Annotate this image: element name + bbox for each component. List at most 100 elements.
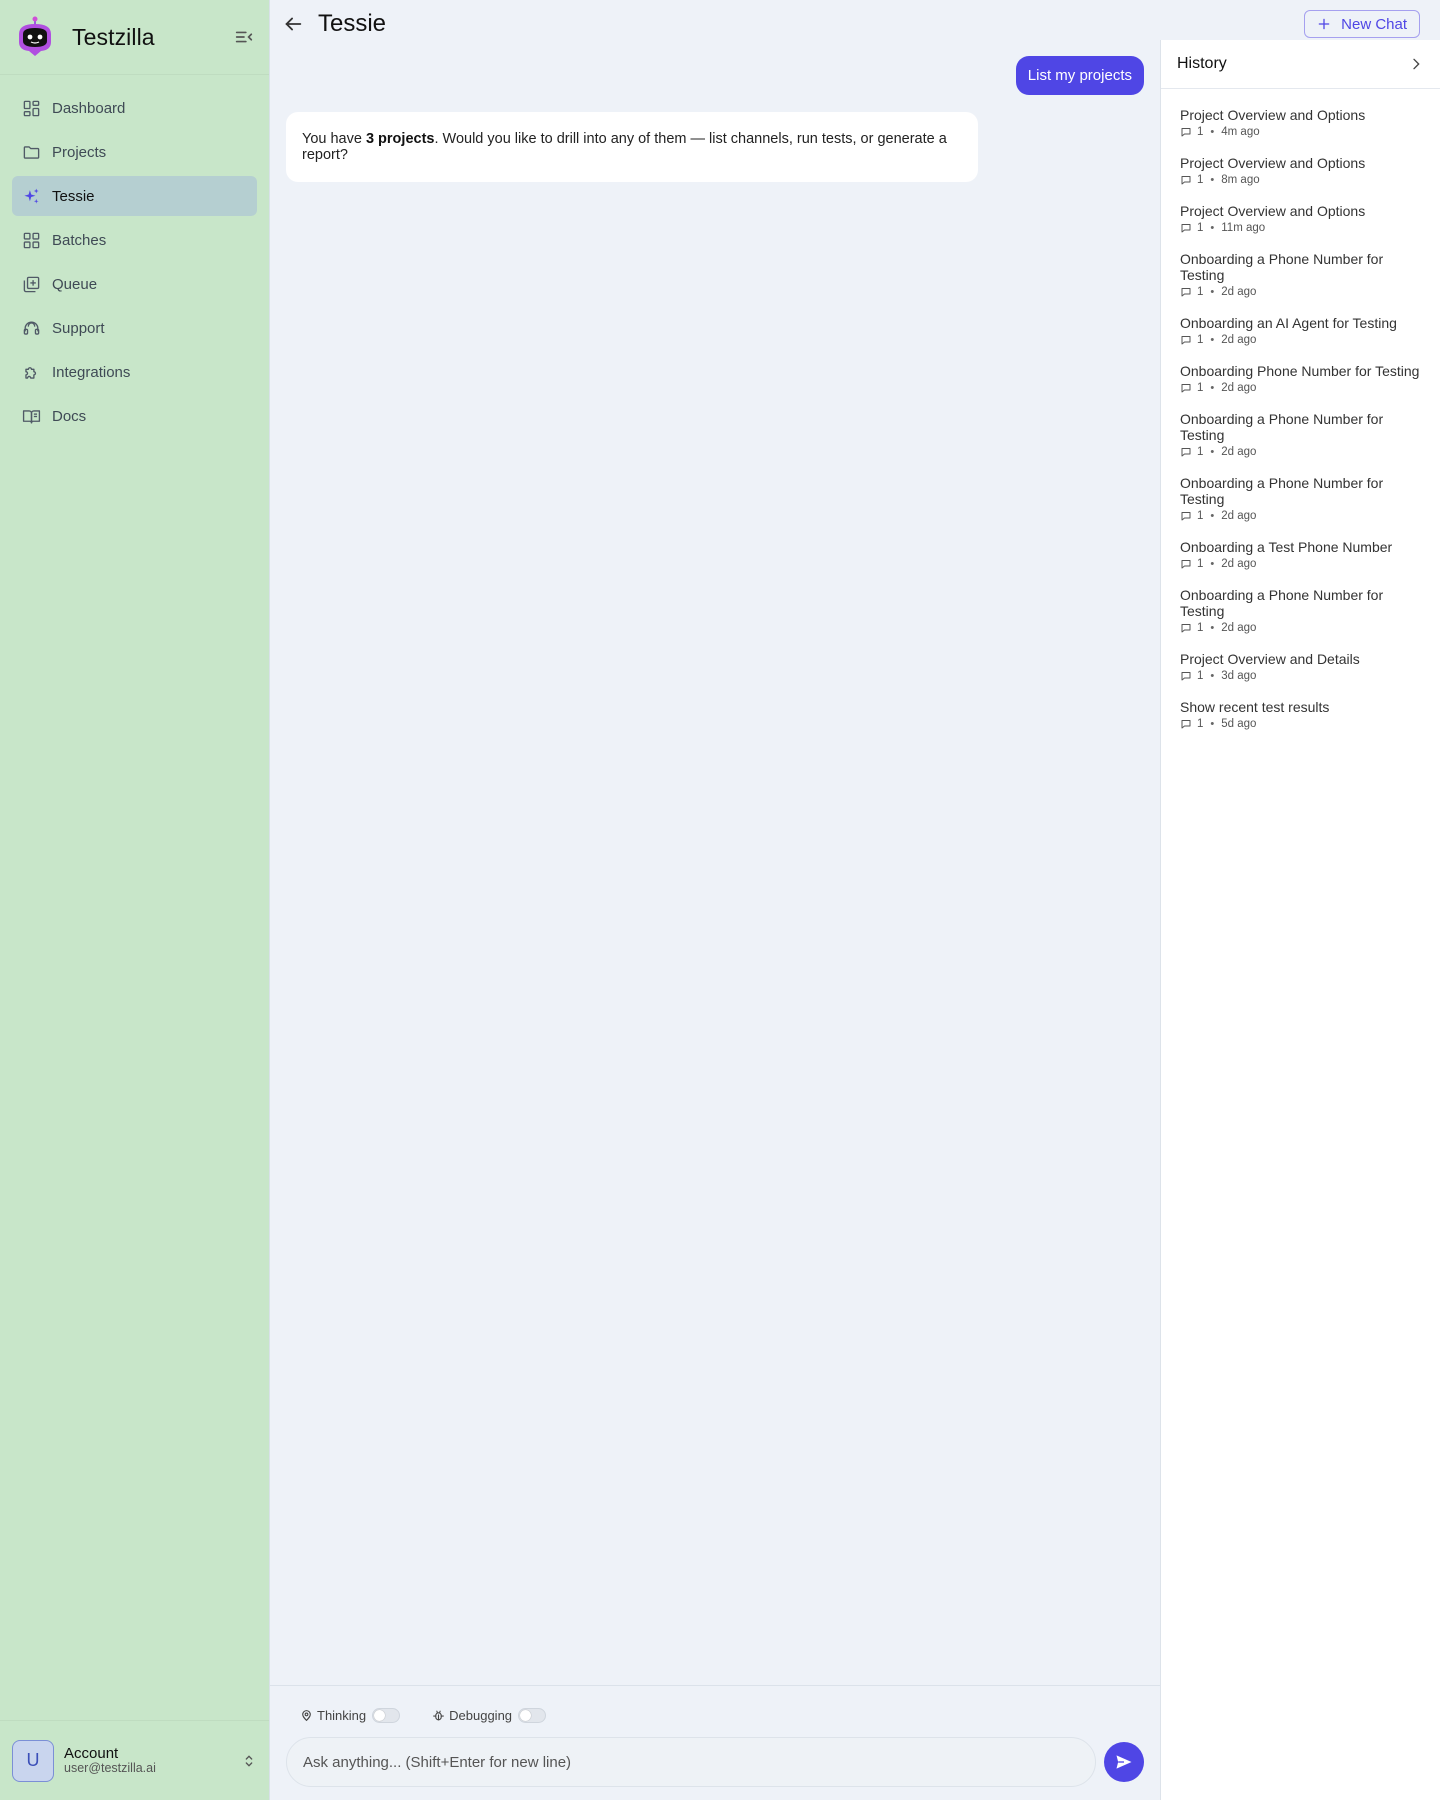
history-panel: History Project Overview and Options 1 • 4m…: [1160, 40, 1440, 1800]
sparkles-icon: [22, 187, 41, 206]
sidebar-item-integrations[interactable]: Integrations: [12, 352, 257, 392]
message-count: 1: [1197, 558, 1204, 570]
message-count: 1: [1197, 382, 1204, 394]
history-item-time: 5d ago: [1221, 718, 1257, 730]
sidebar-item-dashboard[interactable]: Dashboard: [12, 88, 257, 128]
history-item[interactable]: Onboarding a Phone Number for Testing 1 • 2…: [1161, 467, 1440, 531]
sidebar-item-label: Dashboard: [52, 99, 126, 117]
history-item-meta: 1 • 11m ago: [1180, 222, 1430, 234]
history-item-meta: 1 • 2d ago: [1180, 622, 1430, 634]
sidebar-item-projects[interactable]: Projects: [12, 132, 257, 172]
history-list: Project Overview and Options 1 • 4m ago Proj…: [1161, 89, 1440, 739]
sidebar-nav: Dashboard Projects Tessie Batches Queue: [0, 75, 269, 453]
history-item-meta: 1 • 3d ago: [1180, 670, 1430, 682]
sidebar-item-support[interactable]: Support: [12, 308, 257, 348]
history-item-title: Onboarding a Phone Number for Testing: [1180, 587, 1384, 619]
separator-dot: •: [1210, 718, 1215, 730]
sidebar: Testzilla Dashboard Projects Tessie Batc…: [0, 0, 270, 1800]
history-item[interactable]: Project Overview and Options 1 • 4m ago: [1161, 99, 1440, 147]
message-count: 1: [1197, 670, 1204, 682]
chevron-right-icon[interactable]: [1408, 56, 1424, 72]
message-count: 1: [1197, 334, 1204, 346]
history-item-time: 2d ago: [1221, 334, 1257, 346]
history-item-time: 3d ago: [1221, 670, 1257, 682]
message-count: 1: [1197, 286, 1204, 298]
message-count: 1: [1197, 222, 1204, 234]
history-item[interactable]: Onboarding an AI Agent for Testing 1 • 2d a…: [1161, 307, 1440, 355]
back-arrow-icon[interactable]: [282, 13, 304, 35]
history-item-time: 8m ago: [1221, 174, 1260, 186]
chat-input[interactable]: [286, 1737, 1096, 1787]
history-item-time: 4m ago: [1221, 126, 1260, 138]
thinking-label: Thinking: [317, 1708, 367, 1723]
history-item-meta: 1 • 2d ago: [1180, 510, 1430, 522]
history-item[interactable]: Onboarding a Phone Number for Testing 1 • 2…: [1161, 403, 1440, 467]
message-count: 1: [1197, 174, 1204, 186]
history-item-title: Onboarding a Phone Number for Testing: [1180, 251, 1384, 283]
collapse-sidebar-icon[interactable]: [233, 26, 255, 48]
history-header: History: [1161, 40, 1440, 89]
separator-dot: •: [1210, 174, 1215, 186]
history-item-meta: 1 • 2d ago: [1180, 382, 1430, 394]
user-message: List my projects: [1015, 56, 1144, 95]
history-item[interactable]: Onboarding Phone Number for Testing 1 • 2d …: [1161, 355, 1440, 403]
sidebar-item-docs[interactable]: Docs: [12, 396, 257, 436]
history-item-time: 2d ago: [1221, 446, 1257, 458]
message-icon: [1181, 448, 1191, 457]
history-item-time: 2d ago: [1221, 382, 1257, 394]
debugging-toggle[interactable]: [518, 1708, 547, 1723]
history-item[interactable]: Onboarding a Phone Number for Testing 1 • 2…: [1161, 579, 1440, 643]
chevron-up-down-icon[interactable]: [241, 1753, 257, 1769]
history-item-meta: 1 • 2d ago: [1180, 286, 1430, 298]
sidebar-item-label: Queue: [52, 275, 98, 293]
history-item[interactable]: Project Overview and Options 1 • 8m ago: [1161, 147, 1440, 195]
history-item[interactable]: Onboarding a Test Phone Number 1 • 2d ago: [1161, 531, 1440, 579]
plus-icon: [1318, 18, 1330, 30]
send-button[interactable]: [1104, 1742, 1144, 1782]
history-item-time: 11m ago: [1221, 222, 1266, 234]
history-item-meta: 1 • 2d ago: [1180, 334, 1430, 346]
assistant-message: You have 3 projects. Would you like to d…: [286, 112, 978, 182]
testzilla-logo-icon[interactable]: [14, 16, 56, 58]
grid-icon: [22, 231, 41, 250]
history-item[interactable]: Project Overview and Details 1 • 3d ago: [1161, 643, 1440, 691]
sidebar-item-label: Docs: [52, 407, 87, 425]
dashboard-icon: [22, 99, 41, 118]
history-item-meta: 1 • 4m ago: [1180, 126, 1430, 138]
message-icon: [1181, 720, 1191, 729]
sidebar-item-batches[interactable]: Batches: [12, 220, 257, 260]
sidebar-item-queue[interactable]: Queue: [12, 264, 257, 304]
sidebar-item-label: Integrations: [52, 363, 131, 381]
composer-toggles: Thinking Debugging: [270, 1686, 1160, 1723]
sidebar-item-label: Projects: [52, 143, 107, 161]
history-item[interactable]: Show recent test results 1 • 5d ago: [1161, 691, 1440, 739]
account-info: Account user@testzilla.ai: [64, 1746, 241, 1775]
page-title: Tessie: [318, 10, 387, 37]
separator-dot: •: [1210, 286, 1215, 298]
history-item[interactable]: Project Overview and Options 1 • 11m ago: [1161, 195, 1440, 243]
send-icon: [1116, 1755, 1132, 1769]
message-icon: [1181, 624, 1191, 633]
brain-icon: [302, 1710, 311, 1722]
message-icon: [1181, 560, 1191, 569]
history-item-title: Onboarding an AI Agent for Testing: [1180, 315, 1397, 331]
separator-dot: •: [1210, 126, 1215, 138]
message-icon: [1181, 224, 1191, 233]
sidebar-item-tessie[interactable]: Tessie: [12, 176, 257, 216]
message-icon: [1181, 384, 1191, 393]
message-icon: [1181, 672, 1191, 681]
chat-thread: List my projects You have 3 projects. Wo…: [270, 40, 1160, 1685]
new-chat-button[interactable]: New Chat: [1304, 10, 1420, 38]
history-item[interactable]: Onboarding a Phone Number for Testing 1 • 2…: [1161, 243, 1440, 307]
account-menu[interactable]: U Account user@testzilla.ai: [0, 1720, 269, 1800]
message-icon: [1181, 288, 1191, 297]
message-icon: [1181, 512, 1191, 521]
sidebar-item-label: Support: [52, 319, 105, 337]
separator-dot: •: [1210, 382, 1215, 394]
separator-dot: •: [1210, 558, 1215, 570]
thinking-toggle[interactable]: [372, 1708, 401, 1723]
history-item-meta: 1 • 5d ago: [1180, 718, 1430, 730]
composer: Thinking Debugging: [270, 1685, 1160, 1800]
assistant-message-text: You have: [302, 131, 366, 147]
message-icon: [1181, 336, 1191, 345]
